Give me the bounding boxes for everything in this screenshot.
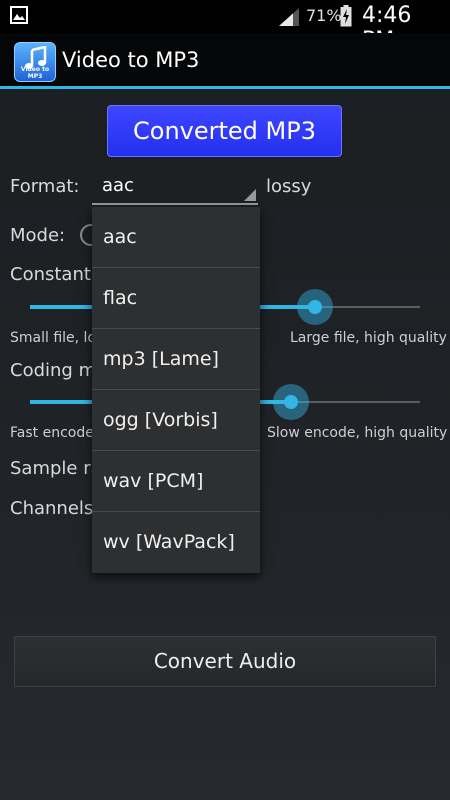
- dropdown-option-flac[interactable]: flac: [92, 268, 260, 329]
- format-note: lossy: [266, 176, 312, 197]
- battery-percent: 71%: [306, 6, 342, 25]
- channels-label: Channels: [10, 498, 94, 519]
- app-icon-label: Video to MP3: [20, 66, 50, 80]
- dropdown-option-ogg[interactable]: ogg [Vorbis]: [92, 390, 260, 451]
- format-dropdown: aac flac mp3 [Lame] ogg [Vorbis] wav [PC…: [92, 207, 260, 573]
- dropdown-option-mp3[interactable]: mp3 [Lame]: [92, 329, 260, 390]
- format-spinner[interactable]: aac: [92, 172, 258, 205]
- signal-icon: [279, 8, 299, 26]
- battery-charging-icon: [340, 5, 352, 27]
- app-title: Video to MP3: [62, 48, 200, 72]
- mode-label: Mode:: [10, 225, 66, 246]
- app-icon[interactable]: Video to MP3: [14, 42, 56, 82]
- speed-slider-thumb[interactable]: [273, 384, 310, 420]
- status-bar: 71% 4:46 PM: [0, 0, 450, 53]
- gallery-icon: [10, 6, 28, 24]
- speed-min-label: Fast encode: [10, 425, 94, 441]
- converted-mp3-button[interactable]: Converted MP3: [107, 105, 342, 157]
- format-value: aac: [102, 175, 134, 196]
- dropdown-option-aac[interactable]: aac: [92, 207, 260, 268]
- dropdown-option-wv[interactable]: wv [WavPack]: [92, 512, 260, 573]
- dropdown-option-wav[interactable]: wav [PCM]: [92, 451, 260, 512]
- sample-rate-label: Sample ra: [10, 458, 102, 479]
- spinner-arrow-icon: [244, 189, 256, 201]
- constant-label: Constant: [10, 264, 91, 285]
- coding-mode-label: Coding m: [10, 360, 97, 381]
- quality-slider-thumb[interactable]: [296, 289, 333, 325]
- quality-max-label: Large file, high quality: [290, 330, 447, 346]
- format-label: Format:: [10, 176, 80, 197]
- speed-max-label: Slow encode, high quality: [267, 425, 448, 441]
- convert-audio-button[interactable]: Convert Audio: [14, 636, 436, 687]
- action-bar: Video to MP3 Video to MP3: [0, 33, 450, 89]
- quality-min-label: Small file, lo: [10, 330, 97, 346]
